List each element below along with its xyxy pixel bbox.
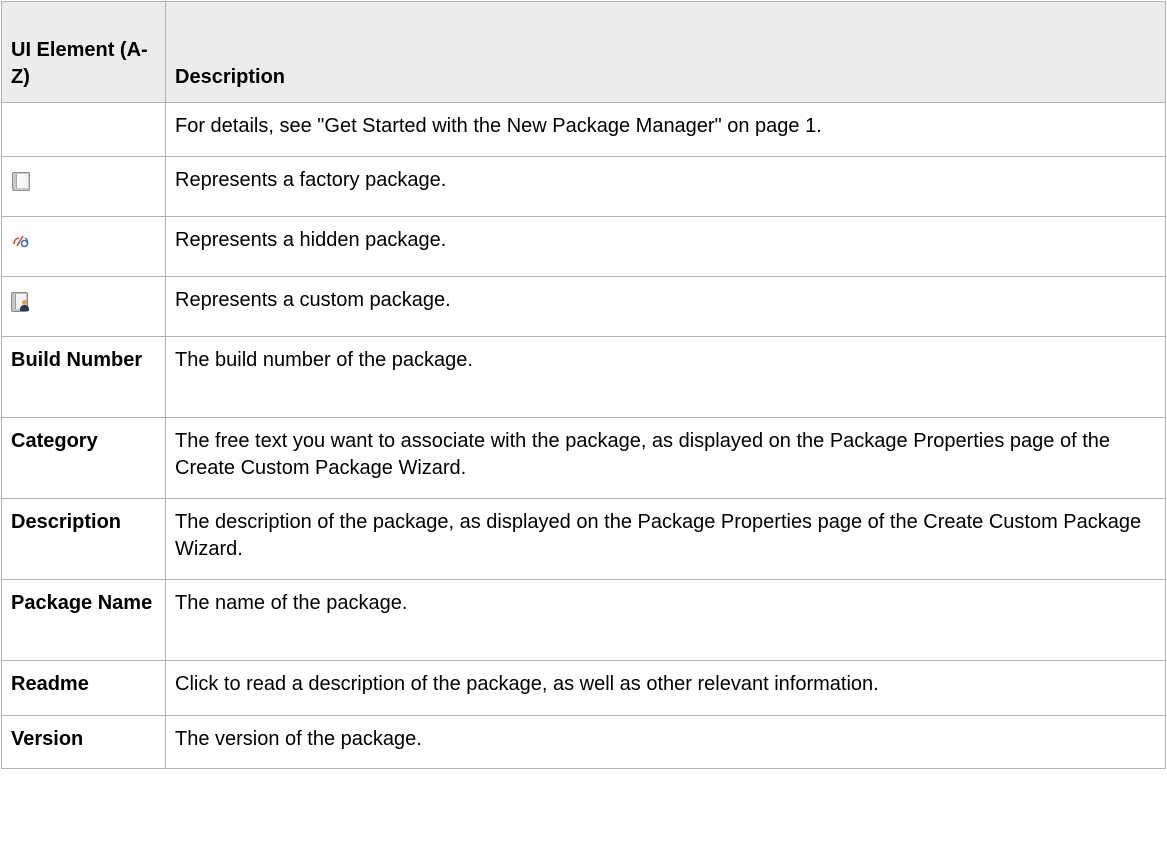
header-description: Description (165, 1, 1166, 103)
table-row: Readme Click to read a description of th… (1, 660, 1166, 716)
table-row: Version The version of the package. (1, 715, 1166, 769)
element-cell: Version (1, 715, 166, 769)
element-cell: Build Number (1, 336, 166, 418)
description-cell: Click to read a description of the packa… (165, 660, 1166, 716)
description-cell: Represents a custom package. (165, 276, 1166, 337)
description-cell: The free text you want to associate with… (165, 417, 1166, 499)
description-cell: The version of the package. (165, 715, 1166, 769)
table-row: Build Number The build number of the pac… (1, 336, 1166, 418)
table-row: Category The free text you want to assoc… (1, 417, 1166, 499)
table-row: Represents a custom package. (1, 276, 1166, 337)
element-cell (1, 216, 166, 277)
description-cell: The description of the package, as displ… (165, 498, 1166, 580)
element-cell: Readme (1, 660, 166, 716)
description-cell: Represents a hidden package. (165, 216, 1166, 277)
element-cell (1, 156, 166, 217)
hidden-package-icon (11, 232, 29, 250)
table-row: For details, see "Get Started with the N… (1, 102, 1166, 157)
description-cell: The name of the package. (165, 579, 1166, 661)
element-cell: Category (1, 417, 166, 499)
table-row: Represents a factory package. (1, 156, 1166, 217)
header-ui-element: UI Element (A-Z) (1, 1, 166, 103)
description-cell: For details, see "Get Started with the N… (165, 102, 1166, 157)
table-row: Represents a hidden package. (1, 216, 1166, 277)
factory-package-icon (11, 172, 30, 191)
element-cell: Description (1, 498, 166, 580)
description-cell: The build number of the package. (165, 336, 1166, 418)
element-cell: Package Name (1, 579, 166, 661)
description-cell: Represents a factory package. (165, 156, 1166, 217)
table-row: Package Name The name of the package. (1, 579, 1166, 661)
custom-package-icon (11, 292, 29, 312)
table-row: Description The description of the packa… (1, 498, 1166, 580)
ui-elements-table: UI Element (A-Z) Description For details… (1, 1, 1166, 769)
element-cell (1, 276, 166, 337)
table-header-row: UI Element (A-Z) Description (1, 1, 1166, 103)
element-cell (1, 102, 166, 157)
